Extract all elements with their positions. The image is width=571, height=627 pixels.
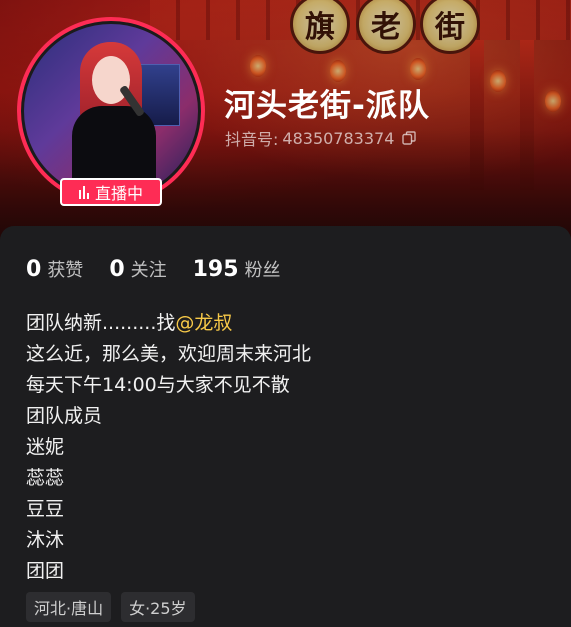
- douyin-id-row[interactable]: 抖音号: 48350783374: [225, 126, 417, 150]
- stat-label: 获赞: [47, 260, 84, 281]
- stat-number: 0: [26, 257, 42, 282]
- bio-line: 沐沐: [26, 529, 65, 551]
- bio-line: 每天下午14:00与大家不见不散: [26, 374, 290, 396]
- location-tag[interactable]: 河北·唐山: [26, 592, 112, 622]
- bio-line: 迷妮: [26, 436, 65, 458]
- bio-line: 团队纳新.........找@龙叔: [26, 308, 546, 339]
- stat-label: 关注: [130, 260, 167, 281]
- live-badge-label: 直播中: [94, 184, 143, 203]
- stat-label: 粉丝: [244, 260, 281, 281]
- stat-followers[interactable]: 195 粉丝: [193, 256, 281, 282]
- stat-following[interactable]: 0 关注: [109, 256, 166, 282]
- bio-line: 团队成员: [26, 405, 103, 427]
- bio-line: 团团: [26, 560, 65, 582]
- douyin-id-label: 抖音号:: [225, 130, 279, 149]
- live-badge[interactable]: 直播中: [60, 178, 162, 206]
- stat-number: 0: [109, 257, 125, 282]
- douyin-id-value: 48350783374: [282, 128, 395, 148]
- avatar-live-ring[interactable]: [17, 17, 205, 205]
- bio-line: 豆豆: [26, 498, 65, 520]
- copy-icon[interactable]: [402, 131, 417, 145]
- live-bars-icon: [78, 185, 89, 199]
- avatar[interactable]: [21, 21, 201, 201]
- bio: 团队纳新.........找@龙叔 这么近，那么美，欢迎周末来河北 每天下午14…: [26, 308, 546, 587]
- bio-line: 蕊蕊: [26, 467, 65, 489]
- mention-link[interactable]: @龙叔: [175, 312, 232, 334]
- stats-row: 0 获赞 0 关注 195 粉丝: [26, 256, 307, 282]
- profile-name: 河头老街-派队: [224, 88, 430, 124]
- profile-tags: 河北·唐山 女·25岁: [26, 592, 195, 622]
- stat-number: 195: [192, 257, 239, 282]
- gender-age-tag[interactable]: 女·25岁: [121, 592, 195, 622]
- stat-likes[interactable]: 0 获赞: [26, 256, 83, 282]
- bio-text: 团队纳新.........找: [26, 312, 176, 334]
- bio-line: 这么近，那么美，欢迎周末来河北: [26, 343, 312, 365]
